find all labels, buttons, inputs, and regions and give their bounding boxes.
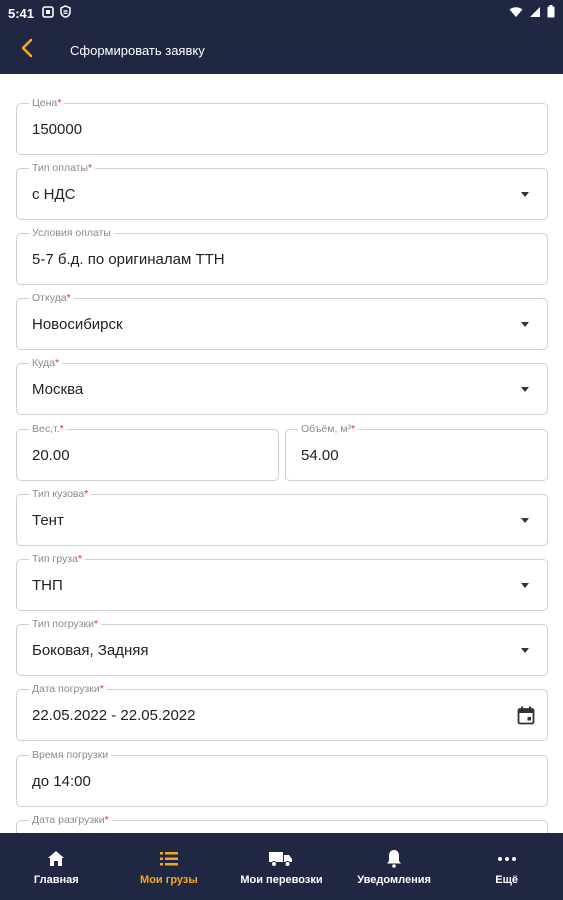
bottom-navigation: Главная Мои грузы Мои перевозки Уведомле… [0, 833, 563, 900]
from-label: Откуда* [29, 292, 74, 305]
app-notification-icon [42, 5, 54, 21]
dropdown-arrow-icon [521, 387, 529, 392]
volume-value: 54.00 [301, 447, 339, 464]
back-arrow-icon [20, 38, 34, 63]
nav-item-home[interactable]: Главная [0, 833, 113, 900]
nav-label: Мои перевозки [240, 873, 323, 886]
volume-field[interactable]: Объём, м³* 54.00 [285, 423, 548, 481]
from-select[interactable]: Откуда* Новосибирск [16, 292, 548, 350]
home-icon [47, 848, 65, 870]
cargo-type-value: ТНП [32, 577, 63, 594]
wifi-icon [509, 6, 523, 21]
payment-terms-label: Условия оплаты [29, 227, 114, 240]
payment-terms-value: 5-7 б.д. по оригиналам ТТН [32, 251, 225, 268]
nav-label: Ещё [495, 873, 519, 886]
dropdown-arrow-icon [521, 583, 529, 588]
to-select[interactable]: Куда* Москва [16, 357, 548, 415]
nav-item-my-shipments[interactable]: Мои перевозки [225, 833, 338, 900]
payment-type-select[interactable]: Тип оплаты* с НДС [16, 162, 548, 220]
more-icon [497, 848, 516, 870]
nav-item-notifications[interactable]: Уведомления [338, 833, 451, 900]
nav-label: Уведомления [357, 873, 431, 886]
loading-date-field[interactable]: Дата погрузки* 22.05.2022 - 22.05.2022 [16, 683, 548, 741]
payment-type-label: Тип оплаты* [29, 162, 96, 175]
cargo-type-select[interactable]: Тип груза* ТНП [16, 553, 548, 611]
from-value: Новосибирск [32, 316, 123, 333]
dropdown-arrow-icon [521, 648, 529, 653]
list-icon [159, 848, 178, 870]
dropdown-arrow-icon [521, 518, 529, 523]
weight-label: Вес,т.* [29, 423, 67, 436]
body-type-value: Тент [32, 512, 64, 529]
nav-label: Мои грузы [140, 873, 198, 886]
dropdown-arrow-icon [521, 322, 529, 327]
bell-icon [386, 848, 402, 870]
loading-type-label: Тип погрузки* [29, 618, 102, 631]
loading-type-value: Боковая, Задняя [32, 642, 149, 659]
loading-date-value: 22.05.2022 - 22.05.2022 [32, 707, 196, 724]
loading-time-field[interactable]: Время погрузки до 14:00 [16, 749, 548, 807]
status-time: 5:41 [8, 5, 35, 21]
nav-item-more[interactable]: Ещё [450, 833, 563, 900]
to-label: Куда* [29, 357, 63, 370]
battery-icon [547, 5, 555, 21]
body-type-select[interactable]: Тип кузова* Тент [16, 488, 548, 546]
price-label: Цена* [29, 97, 65, 110]
weight-value: 20.00 [32, 447, 70, 464]
nav-label: Главная [33, 873, 79, 886]
unloading-date-field[interactable]: Дата разгрузки* [16, 814, 548, 833]
to-value: Москва [32, 381, 84, 398]
app-bar: Сформировать заявку [0, 26, 563, 74]
status-bar: 5:41 [0, 0, 563, 26]
weight-field[interactable]: Вес,т.* 20.00 [16, 423, 279, 481]
price-field[interactable]: Цена* 150000 [16, 97, 548, 155]
payment-type-value: с НДС [32, 186, 76, 203]
price-value: 150000 [32, 121, 83, 138]
body-type-label: Тип кузова* [29, 488, 92, 501]
cargo-type-label: Тип груза* [29, 553, 85, 566]
truck-icon [269, 848, 293, 870]
nav-item-my-cargo[interactable]: Мои грузы [113, 833, 226, 900]
shield-icon [60, 5, 71, 21]
page-title: Сформировать заявку [70, 42, 205, 58]
loading-date-label: Дата погрузки* [29, 683, 107, 696]
order-form: Цена* 150000 Тип оплаты* с НДС Условия о… [0, 74, 563, 833]
volume-label: Объём, м³* [298, 423, 359, 436]
back-button[interactable] [0, 26, 54, 74]
loading-time-label: Время погрузки [29, 749, 112, 762]
loading-time-value: до 14:00 [32, 773, 91, 790]
loading-type-select[interactable]: Тип погрузки* Боковая, Задняя [16, 618, 548, 676]
payment-terms-field[interactable]: Условия оплаты 5-7 б.д. по оригиналам ТТ… [16, 227, 548, 285]
calendar-icon[interactable] [517, 706, 535, 730]
unloading-date-label: Дата разгрузки* [29, 814, 112, 827]
dropdown-arrow-icon [521, 192, 529, 197]
cellular-icon [529, 6, 541, 21]
